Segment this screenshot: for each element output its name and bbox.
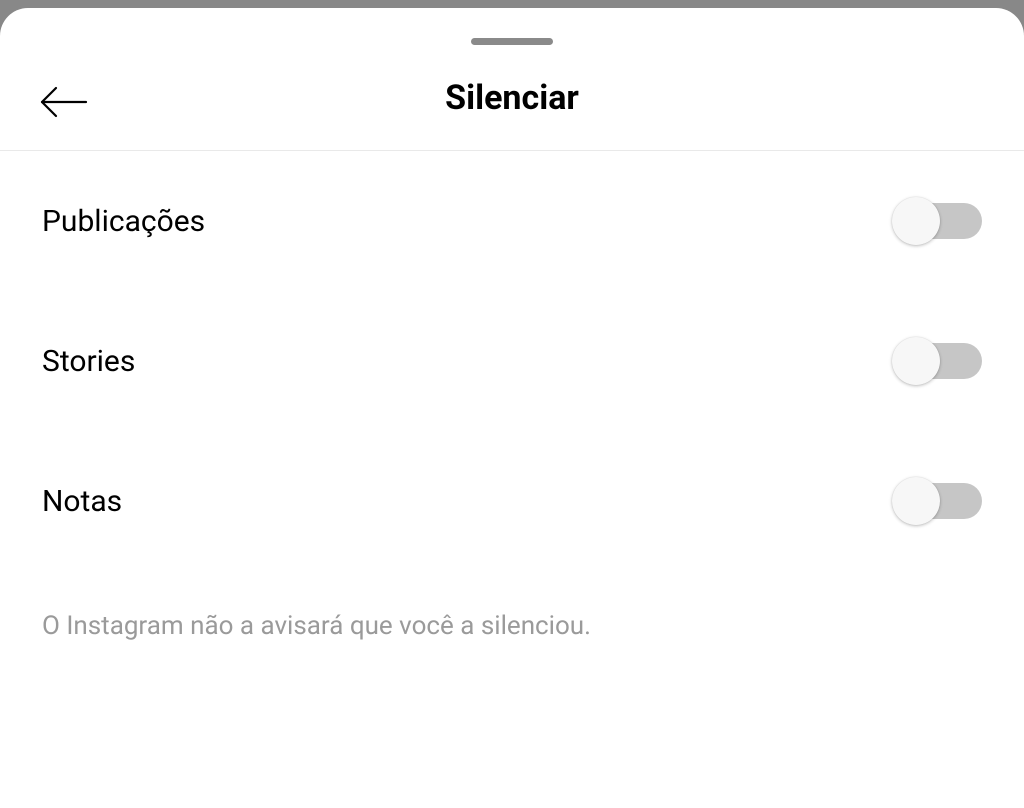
option-label: Notas [42, 484, 122, 519]
option-row-publicacoes: Publicações [42, 151, 982, 291]
mute-sheet: Silenciar Publicações Stories Notas O In… [0, 8, 1024, 808]
page-title: Silenciar [445, 78, 579, 118]
options-list: Publicações Stories Notas [0, 151, 1024, 571]
back-button[interactable] [38, 80, 94, 128]
option-row-notas: Notas [42, 431, 982, 571]
toggle-notas[interactable] [892, 480, 982, 522]
toggle-thumb [892, 477, 940, 525]
toggle-publicacoes[interactable] [892, 200, 982, 242]
option-label: Stories [42, 344, 135, 379]
footer-note: O Instagram não a avisará que você a sil… [0, 571, 1024, 641]
toggle-thumb [892, 337, 940, 385]
option-label: Publicações [42, 204, 205, 239]
toggle-stories[interactable] [892, 340, 982, 382]
option-row-stories: Stories [42, 291, 982, 431]
arrow-left-icon [38, 83, 90, 125]
sheet-header: Silenciar [0, 8, 1024, 151]
toggle-thumb [892, 197, 940, 245]
